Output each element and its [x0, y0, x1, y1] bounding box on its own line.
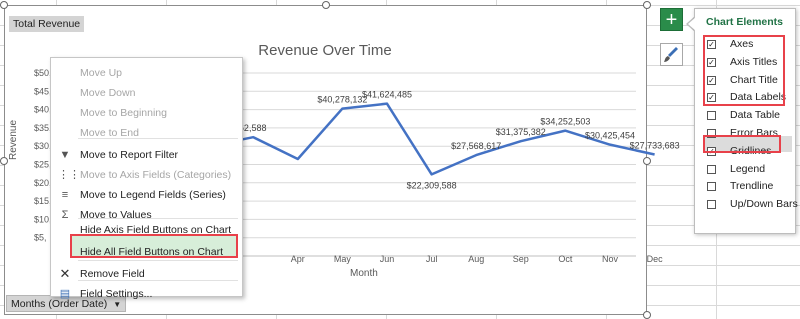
data-label: $31,375,382	[496, 127, 546, 137]
x-tick-label: Aug	[468, 254, 484, 264]
y-tick-label: $25,	[34, 160, 52, 170]
x-tick-label: Jun	[380, 254, 395, 264]
data-label: $27,733,683	[630, 140, 680, 150]
y-tick-label: $50,	[34, 68, 52, 78]
menu-item-move-to-end[interactable]: Move to End	[50, 123, 241, 143]
y-tick-label: $5,	[34, 233, 47, 243]
checkbox-icon[interactable]	[707, 111, 716, 121]
menu-item-remove-field[interactable]: ✕ Remove Field	[50, 264, 241, 284]
field-settings-icon: ▤	[59, 288, 71, 300]
x-tick-label: Jul	[426, 254, 438, 264]
menu-item-label: Move Down	[80, 87, 136, 99]
data-label: $34,252,503	[540, 117, 590, 127]
filter-icon: ▼	[59, 149, 71, 161]
menu-separator	[78, 218, 238, 219]
menu-item-move-up[interactable]: Move Up	[50, 63, 241, 83]
checkbox-icon[interactable]	[707, 164, 716, 174]
data-label: $30,425,454	[585, 131, 635, 141]
x-tick-label: Nov	[602, 254, 619, 264]
axis-fields-icon: ⋮⋮	[58, 169, 80, 181]
y-tick-label: $20,	[34, 178, 52, 188]
x-tick-label: Dec	[647, 254, 664, 264]
y-tick-label: $40,	[34, 105, 52, 115]
menu-item-label: Move Up	[80, 67, 123, 79]
menu-item-label: Move to Beginning	[80, 107, 167, 119]
data-label: $41,624,485	[362, 90, 412, 100]
chart-element-label: Legend	[730, 162, 766, 175]
menu-item-label: Hide All Field Buttons on Chart	[80, 246, 223, 258]
menu-item-move-to-report-filter[interactable]: ▼ Move to Report Filter	[50, 145, 241, 165]
chart-styles-button[interactable]	[660, 43, 683, 66]
menu-item-label: Hide Axis Field Buttons on Chart	[80, 224, 232, 236]
remove-x-icon: ✕	[59, 266, 71, 281]
menu-item-move-to-legend-fields-series[interactable]: ≡ Move to Legend Fields (Series)	[50, 185, 241, 205]
chart-elements-title: Chart Elements	[706, 16, 784, 28]
menu-item-label: Move to End	[80, 127, 139, 139]
menu-item-move-to-beginning[interactable]: Move to Beginning	[50, 103, 241, 123]
y-tick-label: $30,	[34, 141, 52, 151]
checkbox-icon[interactable]	[707, 182, 716, 192]
menu-item-move-down[interactable]: Move Down	[50, 83, 241, 103]
x-tick-label: Sep	[513, 254, 529, 264]
data-label: $22,309,588	[407, 180, 457, 190]
data-label: $27,568,617	[451, 141, 501, 151]
x-tick-label: Oct	[558, 254, 573, 264]
menu-item-hide-all-field-buttons-on-chart[interactable]: Hide All Field Buttons on Chart	[50, 242, 241, 262]
legend-fields-icon: ≡	[61, 189, 69, 201]
menu-item-label: Remove Field	[80, 268, 145, 280]
menu-item-label: Field Settings...	[80, 288, 153, 300]
chart-element-label: Up/Down Bars	[730, 198, 798, 211]
data-label: $40,278,132	[317, 95, 367, 105]
menu-item-label: Move to Legend Fields (Series)	[80, 189, 226, 201]
chart-element-label: Data Table	[730, 109, 781, 122]
checkbox-icon[interactable]	[707, 200, 716, 210]
highlight-box-gridlines	[703, 135, 781, 153]
menu-item-hide-axis-field-buttons-on-chart[interactable]: Hide Axis Field Buttons on Chart	[50, 220, 241, 240]
highlight-box-top-elements	[703, 35, 785, 106]
y-tick-label: $35,	[34, 123, 52, 133]
menu-item-field-settings[interactable]: ▤ Field Settings...	[50, 284, 241, 304]
y-tick-label: $10,	[34, 214, 52, 224]
x-tick-label: Apr	[291, 254, 305, 264]
y-tick-label: $45,	[34, 86, 52, 96]
menu-separator	[78, 260, 238, 261]
y-tick-label: $15,	[34, 196, 52, 206]
menu-item-move-to-axis-fields-categories[interactable]: ⋮⋮ Move to Axis Fields (Categories)	[50, 165, 241, 185]
x-tick-label: May	[334, 254, 352, 264]
menu-separator	[78, 138, 238, 139]
panel-pointer-inner	[688, 17, 696, 31]
menu-item-label: Move to Report Filter	[80, 149, 179, 161]
brush-icon	[664, 47, 678, 62]
menu-item-label: Move to Axis Fields (Categories)	[80, 169, 232, 181]
menu-separator	[78, 280, 238, 281]
chart-elements-plus-button[interactable]: +	[660, 8, 683, 31]
chart-element-label: Trendline	[730, 180, 774, 193]
